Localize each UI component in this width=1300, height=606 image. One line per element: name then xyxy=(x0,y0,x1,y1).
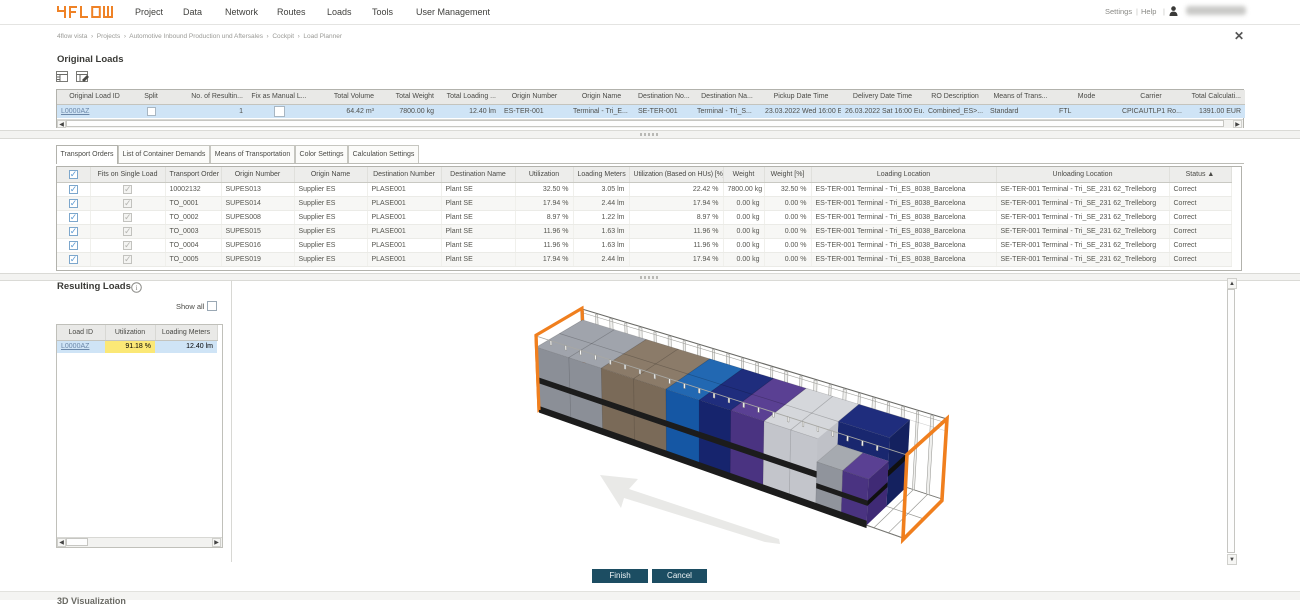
svg-text:i: i xyxy=(135,283,137,292)
